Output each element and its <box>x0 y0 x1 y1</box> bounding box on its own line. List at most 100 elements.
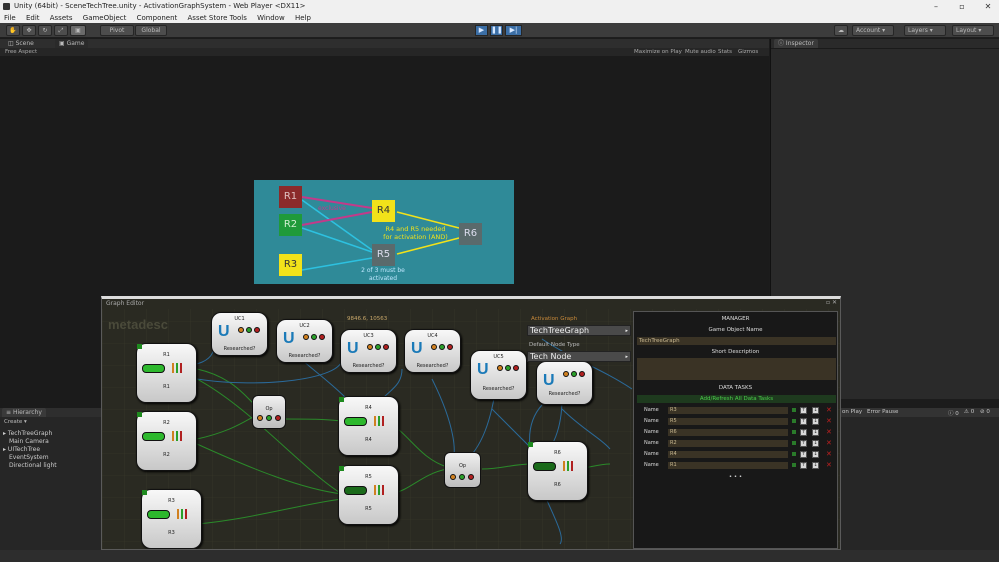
data-task-checkbox[interactable] <box>792 430 796 434</box>
tab-inspector[interactable]: ⓘ Inspector <box>774 39 818 48</box>
data-task-checkbox[interactable] <box>792 408 796 412</box>
move-up-icon[interactable]: ↑ <box>800 407 807 414</box>
menu-gameobject[interactable]: GameObject <box>79 13 131 23</box>
uc-node-uc3[interactable]: UC3 U Researched? <box>340 329 397 373</box>
tech-node-r3[interactable]: R3 R3 <box>141 489 202 549</box>
data-task-name-field[interactable]: R2 <box>668 440 788 447</box>
move-down-icon[interactable]: ↓ <box>812 429 819 436</box>
info-count[interactable]: ⓘ 0 <box>948 409 959 417</box>
graph-editor-close-icon[interactable]: ▫ ✕ <box>826 299 837 306</box>
uc-node-uc4[interactable]: UC4 U Researched? <box>404 329 461 373</box>
move-down-icon[interactable]: ↓ <box>812 440 819 447</box>
account-dropdown[interactable]: Account ▾ <box>852 25 894 36</box>
error-count[interactable]: ⊘ 0 <box>980 409 990 415</box>
minimize-button[interactable]: – <box>927 0 945 13</box>
hierarchy-item-directional-light[interactable]: Directional light <box>9 462 57 469</box>
delete-icon[interactable]: ✕ <box>826 407 832 414</box>
delete-icon[interactable]: ✕ <box>826 429 832 436</box>
hierarchy-item-techtreegraph[interactable]: ▸ TechTreeGraph <box>3 430 52 437</box>
move-down-icon[interactable]: ↓ <box>812 451 819 458</box>
menu-component[interactable]: Component <box>133 13 182 23</box>
data-task-name-field[interactable]: R4 <box>668 451 788 458</box>
data-task-name-field[interactable]: R1 <box>668 462 788 469</box>
tech-node-r6[interactable]: R6 R6 <box>527 441 588 501</box>
hand-tool-icon[interactable]: ✋ <box>6 25 20 36</box>
layers-dropdown[interactable]: Layers ▾ <box>904 25 946 36</box>
menu-asset-store-tools[interactable]: Asset Store Tools <box>184 13 251 23</box>
data-task-checkbox[interactable] <box>792 463 796 467</box>
close-button[interactable]: ✕ <box>979 0 997 13</box>
delete-icon[interactable]: ✕ <box>826 440 832 447</box>
tab-hierarchy[interactable]: ≡ Hierarchy <box>2 408 46 417</box>
maximize-button[interactable]: ▫ <box>953 0 971 13</box>
uc-node-uc6[interactable]: U Researched? <box>536 361 593 405</box>
move-down-icon[interactable]: ↓ <box>812 418 819 425</box>
add-refresh-data-tasks-button[interactable]: Add/Refresh All Data Tasks <box>637 395 836 403</box>
rotate-tool-icon[interactable]: ↻ <box>38 25 52 36</box>
scale-tool-icon[interactable]: ⤢ <box>54 25 68 36</box>
menu-help[interactable]: Help <box>291 13 315 23</box>
delete-icon[interactable]: ✕ <box>826 418 832 425</box>
move-up-icon[interactable]: ↑ <box>800 418 807 425</box>
tab-game[interactable]: ▣ Game <box>55 39 89 48</box>
hierarchy-create-dropdown[interactable]: Create ▾ <box>4 419 27 425</box>
stats-toggle[interactable]: Stats <box>718 48 732 56</box>
move-up-icon[interactable]: ↑ <box>800 451 807 458</box>
play-button[interactable]: ▶ <box>475 25 488 36</box>
data-task-checkbox[interactable] <box>792 441 796 445</box>
tab-scene[interactable]: ◫ Scene <box>4 39 38 48</box>
move-tool-icon[interactable]: ✥ <box>22 25 36 36</box>
rect-tool-icon[interactable]: ▣ <box>70 25 86 36</box>
tech-node-r5[interactable]: R5 R5 <box>338 465 399 525</box>
move-down-icon[interactable]: ↓ <box>812 407 819 414</box>
hierarchy-item-main-camera[interactable]: Main Camera <box>9 438 49 445</box>
node-port[interactable] <box>339 466 344 471</box>
menu-edit[interactable]: Edit <box>22 13 44 23</box>
hierarchy-item-eventsystem[interactable]: EventSystem <box>9 454 49 461</box>
gizmos-dropdown[interactable]: Gizmos <box>738 48 758 56</box>
pause-button[interactable]: ❚❚ <box>490 25 503 36</box>
uc-node-uc1[interactable]: UC1 U Researched? <box>211 312 268 356</box>
node-port[interactable] <box>339 397 344 402</box>
menu-window[interactable]: Window <box>253 13 289 23</box>
mute-audio-toggle[interactable]: Mute audio <box>685 48 716 56</box>
data-task-name-field[interactable]: R5 <box>668 418 788 425</box>
maximize-on-play-toggle[interactable]: Maximize on Play <box>634 48 682 56</box>
tech-node-r1[interactable]: R1 R1 <box>136 343 197 403</box>
pivot-toggle[interactable]: Pivot <box>100 25 134 36</box>
menu-assets[interactable]: Assets <box>46 13 77 23</box>
step-button[interactable]: ▶| <box>505 25 522 36</box>
clear-on-play-toggle[interactable]: on Play <box>842 409 862 415</box>
tech-node-r2[interactable]: R2 R2 <box>136 411 197 471</box>
data-task-checkbox[interactable] <box>792 419 796 423</box>
activation-graph-field[interactable]: TechTreeGraph ▸ <box>527 325 631 336</box>
cloud-icon[interactable]: ☁ <box>834 25 848 36</box>
layout-dropdown[interactable]: Layout ▾ <box>952 25 994 36</box>
warning-count[interactable]: ⚠ 0 <box>964 409 974 415</box>
operator-node-exclusive[interactable]: Op <box>252 395 286 429</box>
menu-file[interactable]: File <box>0 13 20 23</box>
error-pause-toggle[interactable]: Error Pause <box>867 409 898 415</box>
node-port[interactable] <box>528 442 533 447</box>
aspect-dropdown[interactable]: Free Aspect <box>5 48 37 56</box>
node-port[interactable] <box>137 412 142 417</box>
uc-node-uc5[interactable]: UC5 U Researched? <box>470 350 527 400</box>
global-toggle[interactable]: Global <box>135 25 167 36</box>
move-up-icon[interactable]: ↑ <box>800 462 807 469</box>
hierarchy-item-uitechtree[interactable]: ▸ UITechTree <box>3 446 40 453</box>
data-task-name-field[interactable]: R6 <box>668 429 788 436</box>
data-task-name-field[interactable]: R3 <box>668 407 788 414</box>
tech-node-r4[interactable]: R4 R4 <box>338 396 399 456</box>
short-description-field[interactable] <box>637 358 836 380</box>
node-port[interactable] <box>137 344 142 349</box>
delete-icon[interactable]: ✕ <box>826 451 832 458</box>
move-up-icon[interactable]: ↑ <box>800 429 807 436</box>
move-down-icon[interactable]: ↓ <box>812 462 819 469</box>
uc-node-uc2[interactable]: UC2 U Researched? <box>276 319 333 363</box>
delete-icon[interactable]: ✕ <box>826 462 832 469</box>
node-port[interactable] <box>142 490 147 495</box>
operator-node-2of3[interactable]: Op <box>444 452 481 488</box>
move-up-icon[interactable]: ↑ <box>800 440 807 447</box>
game-object-name-field[interactable]: TechTreeGraph <box>637 337 836 345</box>
default-node-type-dropdown[interactable]: Tech Node ▸ <box>527 351 631 362</box>
